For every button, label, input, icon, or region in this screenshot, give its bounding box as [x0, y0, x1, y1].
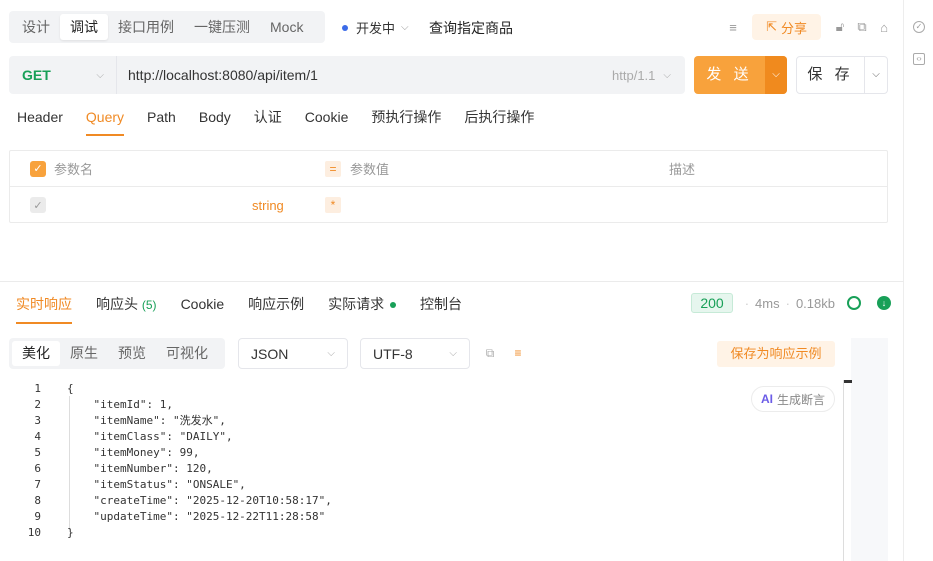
- row-checkbox[interactable]: ✓: [30, 197, 46, 213]
- divider: [0, 281, 904, 282]
- tab-cases[interactable]: 接口用例: [108, 14, 184, 40]
- mode-tabs: 设计 调试 接口用例 一键压测 Mock: [9, 11, 325, 43]
- send-button[interactable]: 发 送 ⌵: [694, 56, 787, 94]
- check-circle-icon[interactable]: ✓: [913, 21, 925, 33]
- tab-design[interactable]: 设计: [12, 14, 60, 40]
- select-all-checkbox[interactable]: ✓: [30, 160, 46, 177]
- tab-live-response[interactable]: 实时响应: [16, 296, 72, 324]
- status-badge: 200: [691, 293, 733, 313]
- top-toolbar: ≡ ⇱ 分享 🔓︎ ⧉ ⌂: [722, 14, 895, 40]
- send-dropdown-chevron-icon[interactable]: ⌵: [765, 56, 787, 94]
- copy-icon[interactable]: ⧉: [483, 346, 497, 360]
- param-tabs: Header Query Path Body 认证 Cookie 预执行操作 后…: [17, 108, 557, 136]
- tab-post-script[interactable]: 后执行操作: [464, 108, 534, 136]
- ai-label: 生成断言: [776, 392, 825, 407]
- download-icon[interactable]: ↓: [877, 296, 891, 310]
- wrap-icon[interactable]: ≡: [511, 346, 525, 360]
- code-icon[interactable]: ‹›: [913, 53, 925, 65]
- http-version[interactable]: http/1.1: [612, 68, 655, 83]
- right-rail: ✓ ‹›: [903, 0, 933, 561]
- tab-pretty[interactable]: 美化: [12, 341, 60, 366]
- environment-selector[interactable]: 开发中 ⌵: [342, 18, 409, 37]
- send-label: 发 送: [706, 66, 753, 83]
- side-panel: [851, 338, 888, 561]
- archive-icon[interactable]: ⌂: [873, 16, 895, 38]
- tab-visualize[interactable]: 可视化: [156, 341, 218, 366]
- share-icon: ⇱: [766, 19, 777, 34]
- tab-cookie[interactable]: Cookie: [305, 108, 349, 136]
- table-header-row: ✓ 参数名 = 参数值 描述: [10, 151, 887, 187]
- tab-actual-request[interactable]: 实际请求: [328, 296, 397, 324]
- tab-path[interactable]: Path: [147, 108, 176, 136]
- table-row: ✓ string *: [10, 187, 887, 223]
- required-marker: *: [325, 197, 341, 213]
- tab-response-cookie[interactable]: Cookie: [181, 296, 225, 324]
- tab-load-test[interactable]: 一键压测: [184, 14, 260, 40]
- chevron-down-icon: ⌵: [327, 348, 335, 359]
- encoding-select[interactable]: UTF-8 ⌵: [360, 338, 470, 369]
- env-status-dot: [342, 24, 348, 31]
- param-type[interactable]: string: [252, 198, 284, 213]
- scroll-marker: [844, 380, 852, 383]
- method-select[interactable]: GET ⌵: [9, 56, 117, 94]
- response-tabs: 实时响应 响应头 (5) Cookie 响应示例 实际请求 控制台: [16, 296, 486, 324]
- tab-mock[interactable]: Mock: [260, 14, 313, 40]
- tab-body[interactable]: Body: [199, 108, 231, 136]
- view-tabs: 美化 原生 预览 可视化: [9, 338, 225, 369]
- chevron-down-icon: ⌵: [401, 22, 409, 33]
- request-name[interactable]: 查询指定商品: [429, 18, 513, 38]
- format-value: JSON: [251, 345, 289, 362]
- tab-header[interactable]: Header: [17, 108, 63, 136]
- method-label: GET: [22, 67, 51, 83]
- share-button[interactable]: ⇱ 分享: [752, 14, 821, 40]
- globe-icon[interactable]: [847, 296, 861, 310]
- status-dot: [390, 302, 397, 309]
- query-param-table: ✓ 参数名 = 参数值 描述 ✓ string *: [9, 150, 888, 223]
- url-bar: GET ⌵ http/1.1 ⌵: [9, 56, 685, 94]
- chevron-down-icon: ⌵: [663, 69, 671, 81]
- format-select[interactable]: JSON ⌵: [238, 338, 348, 369]
- tab-debug[interactable]: 调试: [60, 14, 108, 40]
- format-icon[interactable]: ≡: [722, 16, 744, 38]
- tab-response-headers[interactable]: 响应头 (5): [96, 296, 157, 324]
- save-as-example-button[interactable]: 保存为响应示例: [717, 341, 835, 367]
- tab-query[interactable]: Query: [85, 108, 125, 136]
- env-label: 开发中: [356, 21, 396, 36]
- chevron-down-icon: ⌵: [96, 69, 104, 81]
- lock-icon[interactable]: 🔓︎: [829, 16, 851, 38]
- equals-icon: =: [325, 160, 341, 177]
- header-count: (5): [141, 298, 157, 312]
- chevron-down-icon: ⌵: [449, 348, 457, 359]
- tab-response-examples[interactable]: 响应示例: [248, 296, 304, 324]
- share-label: 分享: [780, 20, 807, 36]
- tab-label: 响应头: [96, 296, 138, 312]
- save-label: 保 存: [797, 57, 865, 93]
- ai-generate-assertion-button[interactable]: AI 生成断言: [751, 386, 835, 412]
- response-size: 0.18kb: [795, 295, 835, 311]
- copy-icon[interactable]: ⧉: [851, 16, 873, 38]
- response-body-editor[interactable]: 1{ 2 "itemId": 1, 3 "itemName": "洗发水", 4…: [0, 380, 843, 561]
- response-time: 4ms: [755, 295, 780, 311]
- save-button[interactable]: 保 存 ⌵: [796, 56, 888, 94]
- ai-badge: AI: [760, 392, 773, 406]
- tab-preview[interactable]: 预览: [108, 341, 156, 366]
- response-status: 200 · 4ms · 0.18kb ↓: [691, 293, 891, 313]
- header-param-name: 参数名: [54, 162, 94, 177]
- tab-pre-script[interactable]: 预执行操作: [371, 108, 441, 136]
- tab-console[interactable]: 控制台: [420, 296, 462, 324]
- tab-raw[interactable]: 原生: [60, 341, 108, 366]
- tab-label: 实际请求: [328, 296, 385, 312]
- header-param-value: 参数值: [350, 162, 390, 177]
- tab-auth[interactable]: 认证: [254, 108, 282, 136]
- url-input[interactable]: [117, 56, 613, 94]
- save-dropdown-chevron-icon[interactable]: ⌵: [865, 57, 887, 93]
- encoding-value: UTF-8: [373, 345, 413, 362]
- editor-scrollbar[interactable]: [843, 380, 852, 561]
- header-description: 描述: [669, 162, 696, 177]
